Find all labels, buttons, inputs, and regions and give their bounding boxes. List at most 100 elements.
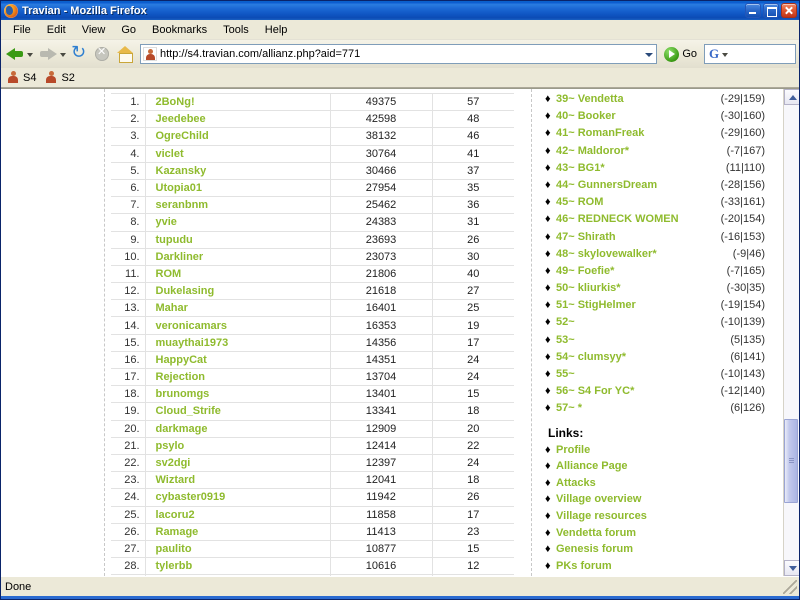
menu-view[interactable]: View	[74, 22, 114, 38]
member-name-link[interactable]: 44~ GunnersDream	[556, 179, 717, 191]
player-name-link[interactable]: paulito	[144, 539, 331, 559]
player-name-link[interactable]: seranbnm	[144, 196, 331, 215]
sidebar-link[interactable]: Alliance Page	[556, 460, 628, 472]
member-name-link[interactable]: 52~	[556, 316, 717, 328]
bookmark-s2[interactable]: S2	[43, 70, 78, 85]
member-coordinates[interactable]: (-33|161)	[717, 196, 765, 208]
member-coordinates[interactable]: (-29|160)	[717, 127, 765, 139]
scrollbar-track[interactable]	[784, 105, 799, 560]
player-name-link[interactable]: Dukelasing	[144, 282, 331, 301]
member-name-link[interactable]: 56~ S4 For YC*	[556, 385, 717, 397]
player-name-link[interactable]: HappyCat	[144, 350, 331, 370]
url-text[interactable]: http://s4.travian.com/allianz.php?aid=77…	[160, 48, 641, 60]
address-bar[interactable]: http://s4.travian.com/allianz.php?aid=77…	[140, 44, 658, 64]
player-name-link[interactable]: Cloud_Strife	[144, 402, 331, 421]
player-name-link[interactable]: Ramage	[144, 522, 331, 541]
player-name-link[interactable]: cybaster0919	[144, 488, 331, 507]
player-name-link[interactable]: Jeedebee	[144, 110, 331, 129]
player-name-link[interactable]: lacoru2	[144, 505, 331, 524]
chevron-down-icon[interactable]	[59, 44, 68, 64]
player-name-link[interactable]: viclet	[144, 144, 331, 163]
sidebar-link[interactable]: PKs forum	[556, 560, 612, 572]
player-name-link[interactable]: Darkliner	[144, 247, 331, 266]
sidebar-link[interactable]: Village overview	[556, 493, 641, 505]
vertical-scrollbar[interactable]	[783, 89, 799, 576]
member-name-link[interactable]: 41~ RomanFreak	[556, 127, 717, 139]
member-name-link[interactable]: 46~ REDNECK WOMEN	[556, 213, 717, 225]
member-coordinates[interactable]: (-10|143)	[717, 368, 765, 380]
member-name-link[interactable]: 40~ Booker	[556, 110, 717, 122]
member-coordinates[interactable]: (6|126)	[726, 402, 765, 414]
member-coordinates[interactable]: (-16|153)	[717, 231, 765, 243]
member-name-link[interactable]: 43~ BG1*	[556, 162, 722, 174]
menu-edit[interactable]: Edit	[39, 22, 74, 38]
member-coordinates[interactable]: (-12|140)	[717, 385, 765, 397]
member-coordinates[interactable]: (-7|167)	[723, 145, 765, 157]
search-input[interactable]: G	[704, 44, 796, 64]
member-name-link[interactable]: 57~ *	[556, 402, 726, 414]
sidebar-link[interactable]: Vendetta forum	[556, 527, 636, 539]
sidebar-link[interactable]: Attacks	[556, 477, 596, 489]
player-name-link[interactable]: cristinelubnb	[144, 574, 331, 576]
menu-file[interactable]: File	[5, 22, 39, 38]
player-name-link[interactable]: brunomgs	[144, 385, 331, 404]
player-name-link[interactable]: Wiztard	[144, 471, 331, 490]
player-name-link[interactable]: Mahar	[144, 299, 331, 318]
player-name-link[interactable]: psylo	[144, 436, 331, 455]
member-name-link[interactable]: 54~ clumsyy*	[556, 351, 726, 363]
member-name-link[interactable]: 50~ kliurkis*	[556, 282, 723, 294]
member-name-link[interactable]: 47~ Shirath	[556, 231, 717, 243]
reload-button[interactable]	[70, 42, 90, 64]
sidebar-link[interactable]: Profile	[556, 444, 590, 456]
member-name-link[interactable]: 45~ ROM	[556, 196, 717, 208]
member-name-link[interactable]: 53~	[556, 334, 726, 346]
member-coordinates[interactable]: (-9|46)	[729, 248, 765, 260]
resize-grip[interactable]	[783, 579, 797, 594]
bookmark-s4[interactable]: S4	[5, 70, 40, 85]
scrollbar-thumb[interactable]	[784, 419, 798, 503]
go-button[interactable]: Go	[661, 46, 700, 62]
member-coordinates[interactable]: (6|141)	[726, 351, 765, 363]
player-name-link[interactable]: tylerbb	[144, 557, 331, 576]
player-name-link[interactable]: ROM	[144, 264, 331, 284]
chevron-down-icon[interactable]	[721, 47, 730, 61]
player-name-link[interactable]: yvie	[144, 213, 331, 232]
forward-button[interactable]	[37, 44, 68, 64]
member-coordinates[interactable]: (-20|154)	[717, 213, 765, 225]
menu-tools[interactable]: Tools	[215, 22, 257, 38]
player-name-link[interactable]: Utopia01	[144, 178, 331, 198]
chevron-down-icon[interactable]	[641, 45, 656, 63]
player-name-link[interactable]: 2BoNg!	[144, 92, 331, 112]
sidebar-link[interactable]: Genesis forum	[556, 543, 633, 555]
member-coordinates[interactable]: (-29|159)	[717, 93, 765, 105]
player-name-link[interactable]: tupudu	[144, 230, 331, 249]
member-name-link[interactable]: 48~ skylovewalker*	[556, 248, 729, 260]
player-name-link[interactable]: OgreChild	[144, 127, 331, 146]
member-coordinates[interactable]: (-30|160)	[717, 110, 765, 122]
member-name-link[interactable]: 49~ Foefie*	[556, 265, 723, 277]
back-button[interactable]	[4, 44, 35, 64]
member-name-link[interactable]: 55~	[556, 368, 717, 380]
member-coordinates[interactable]: (-30|35)	[723, 282, 765, 294]
player-name-link[interactable]: Kazansky	[144, 161, 331, 180]
sidebar-link[interactable]: Village resources	[556, 510, 647, 522]
member-name-link[interactable]: 42~ Maldoror*	[556, 145, 723, 157]
chevron-down-icon[interactable]	[26, 44, 35, 64]
player-name-link[interactable]: muaythai1973	[144, 333, 331, 352]
menu-help[interactable]: Help	[257, 22, 296, 38]
member-coordinates[interactable]: (-10|139)	[717, 316, 765, 328]
minimize-button[interactable]	[745, 3, 761, 18]
member-name-link[interactable]: 51~ StigHelmer	[556, 299, 717, 311]
member-coordinates[interactable]: (-19|154)	[717, 299, 765, 311]
member-coordinates[interactable]: (5|135)	[726, 334, 765, 346]
player-name-link[interactable]: veronicamars	[144, 316, 331, 335]
scroll-up-button[interactable]	[784, 89, 799, 105]
member-coordinates[interactable]: (-28|156)	[717, 179, 765, 191]
player-name-link[interactable]: Rejection	[144, 367, 331, 387]
menu-go[interactable]: Go	[113, 22, 144, 38]
member-coordinates[interactable]: (-7|165)	[723, 265, 765, 277]
stop-button[interactable]	[92, 44, 112, 64]
scroll-down-button[interactable]	[784, 560, 799, 576]
restore-button[interactable]	[763, 3, 779, 18]
player-name-link[interactable]: darkmage	[144, 419, 331, 438]
